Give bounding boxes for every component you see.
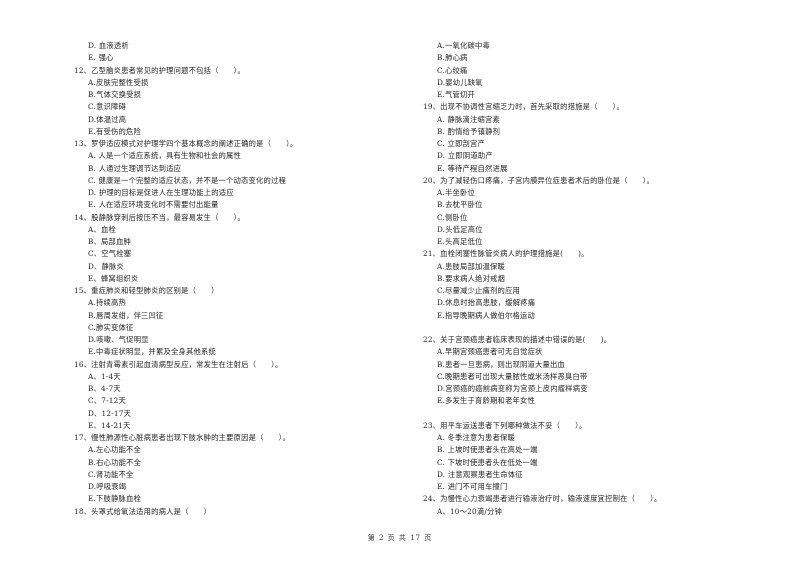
answer-option: E.指导晚期病人做伯尔格运动	[437, 310, 536, 320]
question-stem: 24、为慢性心力衰竭患者进行输液治疗时，输液速度宜控制在（ ）。	[423, 494, 662, 504]
answer-option: D.体温过高	[88, 114, 127, 124]
answer-option: D.婴幼儿缺氧	[437, 77, 483, 87]
answer-option: A. 冬季注意为患者保暖	[437, 433, 515, 442]
answer-option: A、10～20滴/分钟	[437, 506, 502, 516]
answer-option: D. 血液透析	[88, 41, 129, 50]
answer-option: A.皮肤完整性受损	[88, 77, 149, 87]
answer-option: C、空气栓塞	[88, 249, 132, 259]
question-stem: 19、出现不协调性宫缩乏力时，首先采取的措施是（ ）。	[423, 102, 624, 112]
answer-option: B.唇周发绀，伴三凹征	[88, 310, 164, 320]
question-stem: 18、头罩式给氧法适用的病人是（ ）	[74, 506, 212, 516]
answer-option: B.气体交换受损	[88, 90, 142, 99]
question-stem: 20、为了减轻伤口疼痛，子宫内膜异位症患者术后的卧位是（ ）。	[423, 175, 654, 185]
answer-option: D.宫颈癌的癌前病变称为宫颈上皮内瘤样病变	[437, 384, 588, 393]
answer-option: A.左心功能不全	[88, 445, 141, 455]
page-footer: 第 2 页 共 17 页	[367, 534, 433, 542]
answer-option: E. 人在适应环境变化时不需要付出能量	[88, 200, 219, 210]
answer-option: B. 上坡时使患者头在高处一端	[437, 445, 538, 455]
answer-option: E.下肢静脉血栓	[88, 494, 142, 504]
answer-option: A.早期宫颈癌患者可无自觉症状	[437, 347, 543, 357]
answer-option: E.头高足低位	[437, 237, 483, 246]
answer-option: A.持续高热	[88, 298, 126, 308]
answer-option: C.心绞痛	[437, 65, 468, 75]
answer-option: A. 人是一个适应系统，具有生物和社会的属性	[88, 151, 241, 161]
answer-option: E.气管切开	[437, 90, 476, 99]
answer-option: B、局部血肿	[88, 237, 132, 246]
answer-option: D.呼吸衰竭	[88, 482, 127, 491]
answer-option: C.尽量减少止痛剂的应用	[437, 286, 521, 295]
answer-option: D、静脉炎	[88, 261, 125, 271]
answer-option: B.患者一旦患病，则出现阴道大量出血	[437, 359, 566, 369]
answer-option: C.肺实变体征	[88, 322, 134, 332]
answer-option: E.有受伤的危险	[88, 126, 142, 136]
right-column: A.一氧化碳中毒 B.肺心病 C.心绞痛 D.婴幼儿缺氧 E.气管切开 19、出现不协调性…	[423, 40, 753, 518]
answer-option: D. 注意观察患者生命体征	[437, 469, 523, 479]
answer-option: E.多发生于育龄期和老年女性	[437, 396, 536, 406]
answer-option: A、血栓	[88, 224, 116, 234]
answer-option: B. 人通过生理调节达到适应	[88, 163, 182, 173]
answer-option: D.头低足高位	[437, 224, 483, 234]
question-stem: 16、注射青霉素引起血清病型反应，常发生在注射后（ ）。	[74, 359, 283, 369]
answer-option: E. 等待产程自然进展	[437, 163, 508, 173]
left-column: D. 血液透析 E. 强心 12、乙型脑炎患者常见的护理问题不包括（ ）。 A.皮肤完…	[74, 40, 394, 518]
answer-option: C.侧卧位	[437, 212, 468, 222]
answer-option: C. 健康是一个完整的适应状态，并不是一个动态变化的过程	[88, 175, 286, 185]
answer-option: C. 下坡时使患者头在低处一端	[437, 457, 538, 467]
question-stem: 22、关于宫颈癌患者临床表现的描述中错误的是( )。	[423, 335, 612, 344]
answer-option: B.去枕平卧位	[437, 200, 483, 210]
answer-option: D.休息时抬高患肢，缓解疼痛	[437, 298, 536, 308]
answer-option: C. 立即剖宫产	[437, 139, 486, 148]
answer-option: C.晚期患者可出现大量脓性或米汤样恶臭白带	[437, 371, 588, 381]
answer-option: A. 静脉滴注缩宫素	[437, 114, 500, 124]
answer-option: D、12-17天	[88, 408, 132, 418]
answer-option: D. 立即阴道助产	[437, 151, 493, 161]
answer-option: B、4-7天	[88, 384, 121, 393]
question-stem: 15、重症肺炎和轻型肺炎的区别是（ ）	[74, 286, 219, 295]
answer-option: B.要求病人绝对戒烟	[437, 273, 506, 283]
answer-option: E.中毒症状明显，并累及全身其他系统	[88, 347, 216, 357]
question-stem: 17、慢性肺源性心脏病患者出现下肢水肿的主要原因是（ ）。	[74, 433, 290, 442]
question-stem: 21、血栓闭塞性脉管炎病人的护理措施是( )。	[423, 249, 589, 259]
answer-option: C.肾功能不全	[88, 469, 134, 479]
question-stem: 23、用平车运送患者下列哪种做法不妥（ ）。	[423, 420, 587, 430]
answer-option: D.咳嗽、气促明显	[88, 335, 149, 344]
question-stem: 13、罗伊适应模式对护理学四个基本概念的阐述正确的是（ ）。	[74, 139, 298, 148]
question-stem: 14、股静脉穿刺后按压不当，最容易发生（ ）。	[74, 212, 245, 222]
answer-option: A.半坐卧位	[437, 188, 475, 197]
answer-option: E、14-21天	[88, 420, 131, 430]
answer-option: C、7-12天	[88, 396, 126, 406]
answer-option: B.肺心病	[437, 53, 468, 63]
answer-option: B.右心功能不全	[88, 457, 142, 467]
answer-option: E、蜂窝组织炎	[88, 273, 139, 283]
answer-option: D. 护理的目标是促进人在生理功能上的适应	[88, 188, 234, 197]
answer-option: B. 酌情给予镇静剂	[437, 126, 501, 136]
answer-option: C.意识障碍	[88, 102, 127, 112]
answer-option: E. 进门不可用车撞门	[437, 482, 508, 491]
question-stem: 12、乙型脑炎患者常见的护理问题不包括（ ）。	[74, 65, 245, 75]
answer-option: E. 强心	[88, 53, 114, 63]
answer-option: A.一氧化碳中毒	[437, 41, 490, 50]
answer-option: A、1-4天	[88, 371, 121, 381]
answer-option: A.患肢局部加温保暖	[437, 261, 505, 271]
